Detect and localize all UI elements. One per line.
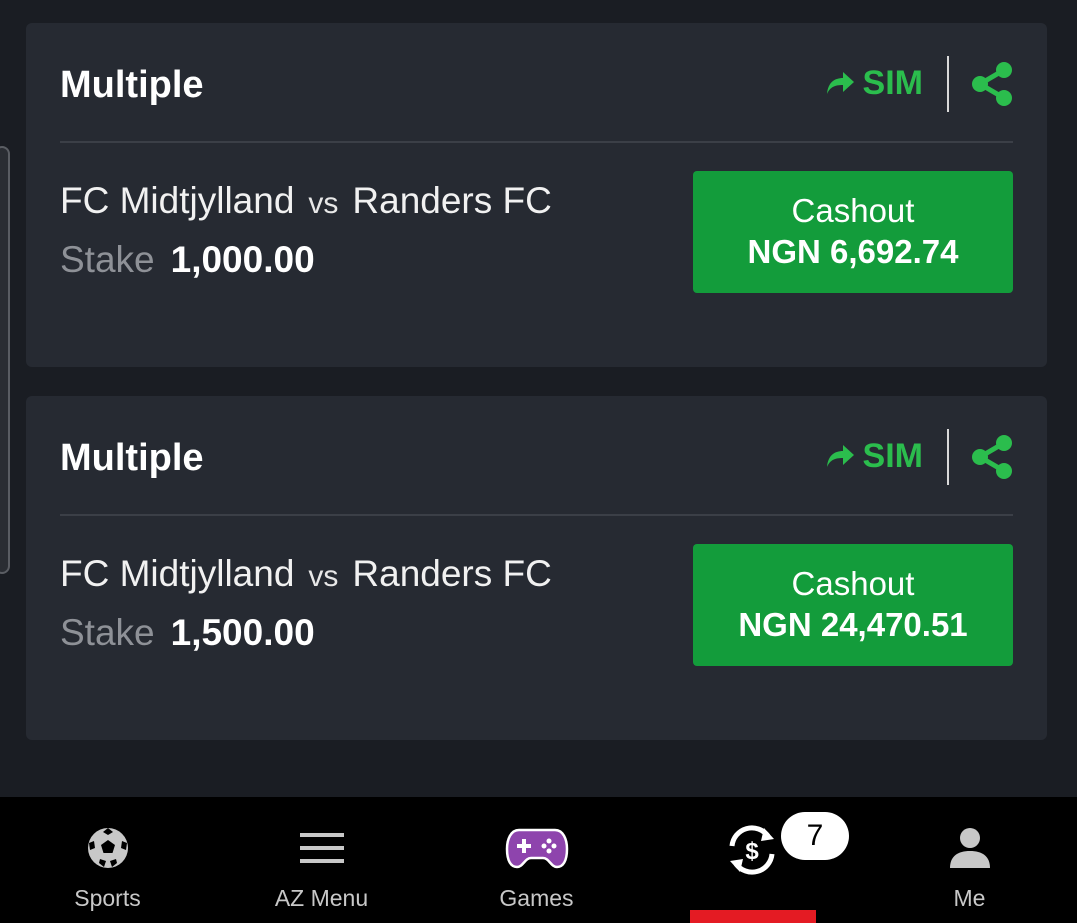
soccer-ball-icon <box>85 825 131 871</box>
card-header: Multiple SIM <box>60 396 1013 516</box>
nav-item-games[interactable]: Games <box>429 797 644 923</box>
cashout-label: Cashout <box>791 565 915 602</box>
nav-label: Sports <box>74 885 141 911</box>
cashout-count-badge: 7 <box>781 812 849 860</box>
divider <box>947 56 949 112</box>
forward-arrow-icon <box>826 445 854 467</box>
cashout-amount: NGN 24,470.51 <box>738 606 968 643</box>
sim-label: SIM <box>862 64 923 102</box>
nav-item-sports[interactable]: Sports <box>0 797 215 923</box>
home-team: FC Midtjylland <box>60 180 295 221</box>
bet-card: Multiple SIM FC Midtjylland vs Randers FC … <box>26 23 1047 367</box>
stake-label: Stake <box>60 612 155 653</box>
stake-amount: 1,500.00 <box>170 612 315 653</box>
bet-card: Multiple SIM FC Midtjylland vs Randers FC … <box>26 396 1047 740</box>
nav-item-me[interactable]: Me <box>862 797 1077 923</box>
match-name[interactable]: FC Midtjylland vs Randers FC <box>60 179 552 226</box>
stake-row: Stake 1,500.00 <box>60 612 315 654</box>
bet-type-title: Multiple <box>60 64 204 106</box>
nav-item-az-menu[interactable]: AZ Menu <box>214 797 429 923</box>
gamepad-icon <box>505 825 569 871</box>
bottom-nav: Sports AZ Menu Games $ Me <box>0 797 1077 923</box>
cashout-icon: $ <box>724 825 780 875</box>
cashout-amount: NGN 6,692.74 <box>747 233 959 270</box>
cashout-label: Cashout <box>791 192 915 229</box>
cashout-button[interactable]: Cashout NGN 24,470.51 <box>693 544 1013 666</box>
bet-type-title: Multiple <box>60 437 204 479</box>
card-header: Multiple SIM <box>60 23 1013 143</box>
sim-button[interactable]: SIM <box>825 63 923 103</box>
nav-label: Me <box>953 885 986 911</box>
divider <box>947 429 949 485</box>
match-name[interactable]: FC Midtjylland vs Randers FC <box>60 552 552 599</box>
vs-label: vs <box>308 187 339 220</box>
vs-label: vs <box>308 560 339 593</box>
scroll-handle[interactable] <box>0 146 10 574</box>
share-icon[interactable] <box>971 434 1013 485</box>
stake-label: Stake <box>60 239 155 280</box>
away-team: Randers FC <box>352 553 552 594</box>
sim-button[interactable]: SIM <box>825 436 923 476</box>
sim-label: SIM <box>862 437 923 475</box>
cashout-button[interactable]: Cashout NGN 6,692.74 <box>693 171 1013 293</box>
nav-label: Games <box>499 885 574 911</box>
nav-label: AZ Menu <box>274 885 369 911</box>
menu-icon <box>299 825 345 871</box>
home-team: FC Midtjylland <box>60 553 295 594</box>
forward-arrow-icon <box>826 72 854 94</box>
user-icon <box>948 825 992 871</box>
active-tab-indicator <box>690 910 816 923</box>
share-icon[interactable] <box>971 61 1013 112</box>
away-team: Randers FC <box>352 180 552 221</box>
stake-amount: 1,000.00 <box>170 239 315 280</box>
stake-row: Stake 1,000.00 <box>60 239 315 281</box>
svg-text:$: $ <box>745 838 759 865</box>
